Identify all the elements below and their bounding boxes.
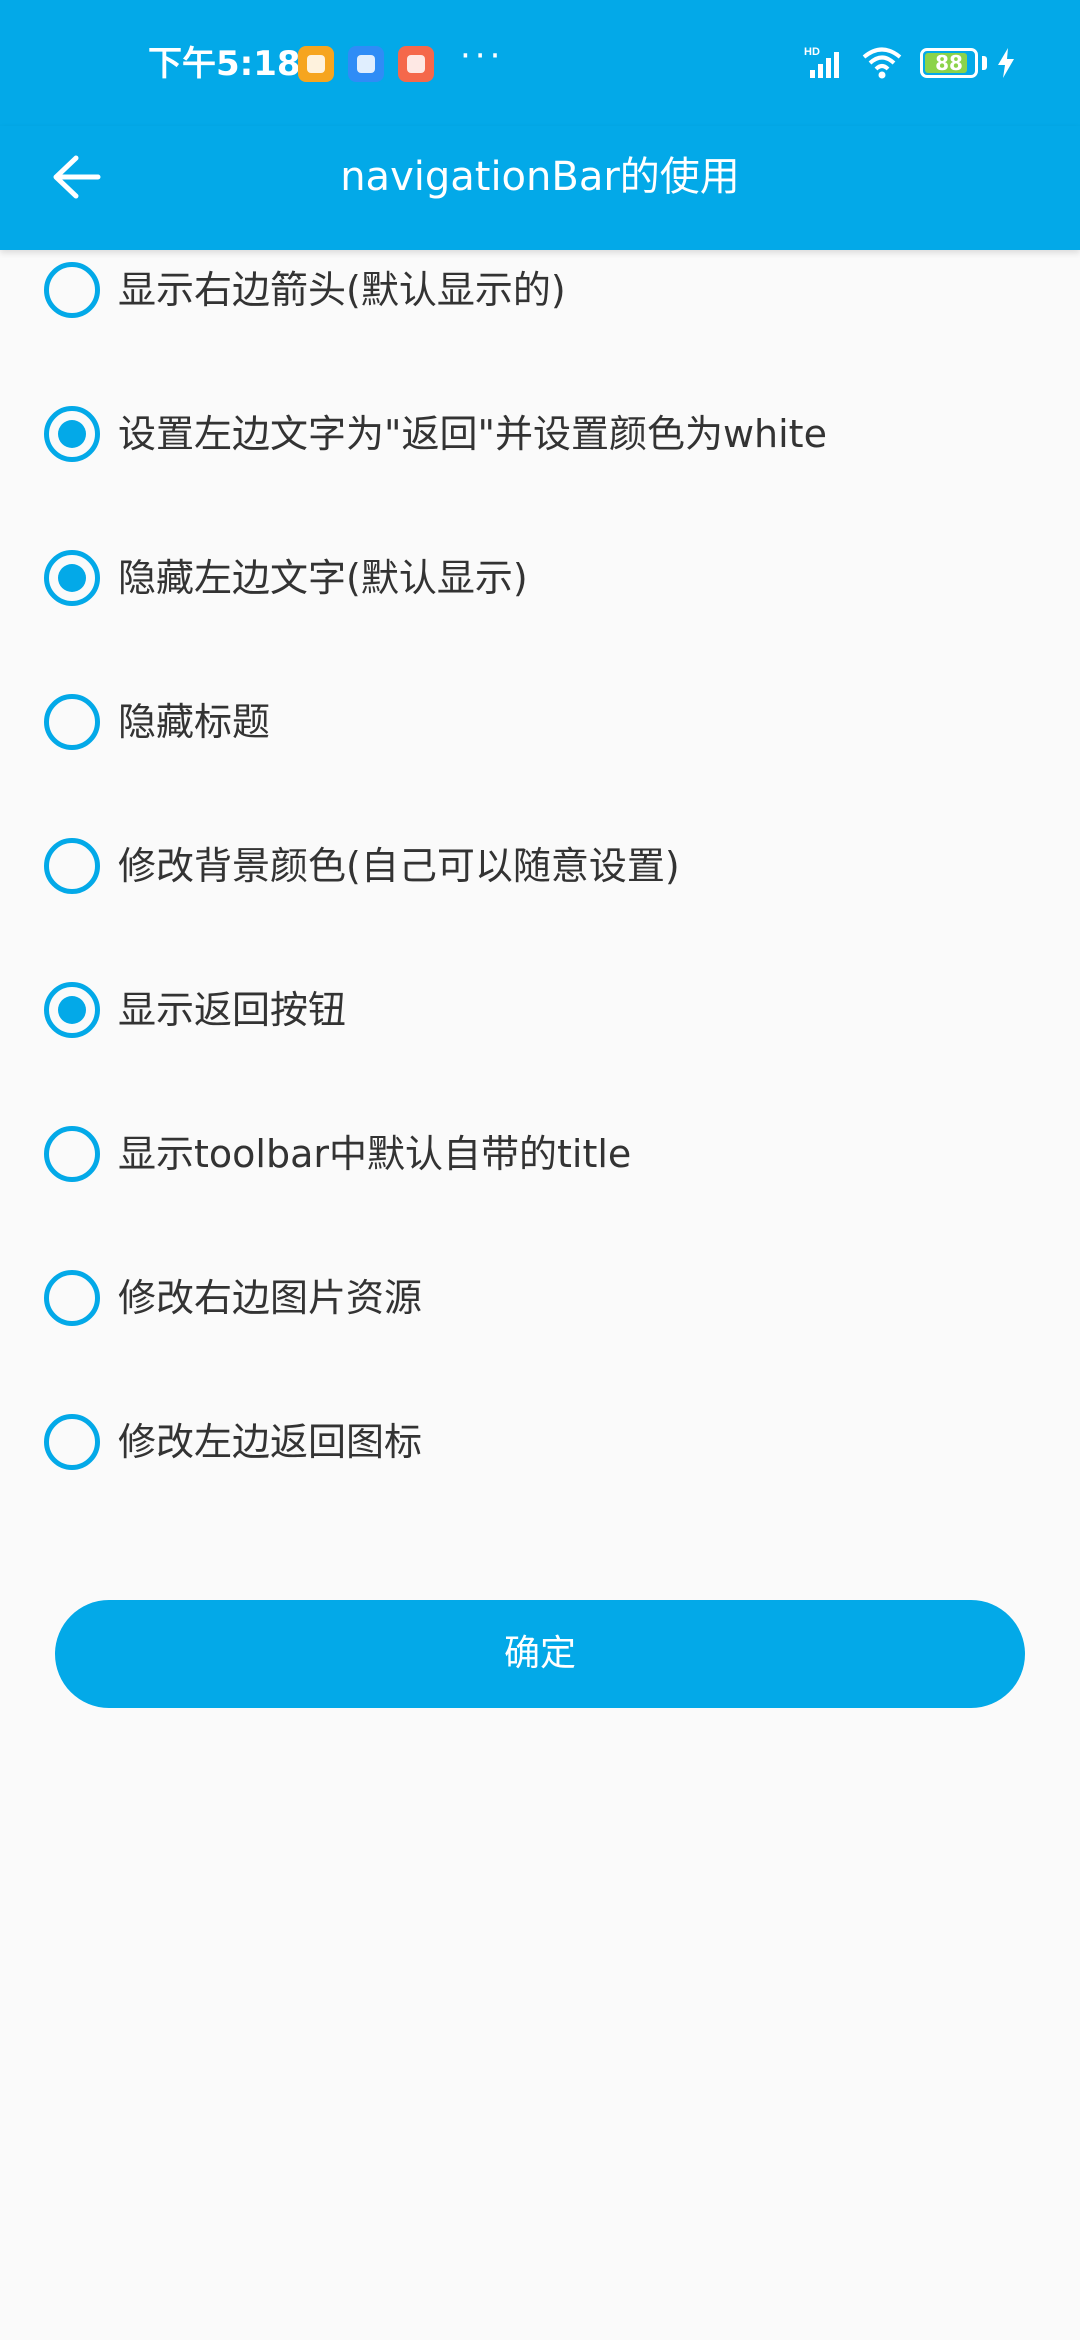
app-notification-icon	[398, 46, 434, 82]
page-title: navigationBar的使用	[340, 154, 740, 200]
option-row[interactable]: 设置左边文字为"返回"并设置颜色为white	[0, 362, 1080, 506]
radio-unchecked-icon[interactable]	[44, 1414, 100, 1470]
network-type-label: HD	[804, 46, 820, 58]
battery-cap	[982, 56, 987, 70]
option-row[interactable]: 修改背景颜色(自己可以随意设置)	[0, 794, 1080, 938]
option-label: 修改右边图片资源	[118, 1276, 423, 1320]
charging-icon	[998, 48, 1014, 78]
radio-unchecked-icon[interactable]	[44, 1126, 100, 1182]
signal-icon: HD	[804, 46, 839, 78]
option-label: 修改左边返回图标	[118, 1420, 423, 1464]
radio-checked-icon[interactable]	[44, 550, 100, 606]
option-row[interactable]: 修改右边图片资源	[0, 1226, 1080, 1370]
confirm-button[interactable]: 确定	[55, 1600, 1025, 1708]
status-time: 下午5:18	[148, 44, 301, 84]
options-list: 显示右边箭头(默认显示的) 设置左边文字为"返回"并设置颜色为white 隐藏左边文…	[0, 250, 1080, 1514]
radio-checked-icon[interactable]	[44, 406, 100, 462]
option-label: 隐藏左边文字(默认显示)	[118, 556, 528, 600]
option-row[interactable]: 显示返回按钮	[0, 938, 1080, 1082]
radio-dot	[58, 420, 86, 448]
option-row[interactable]: 修改左边返回图标	[0, 1370, 1080, 1514]
option-label: 修改背景颜色(自己可以随意设置)	[118, 844, 680, 888]
battery-level: 88	[935, 51, 963, 75]
option-row[interactable]: 显示toolbar中默认自带的title	[0, 1082, 1080, 1226]
radio-checked-icon[interactable]	[44, 982, 100, 1038]
option-row[interactable]: 隐藏标题	[0, 650, 1080, 794]
option-row[interactable]: 显示右边箭头(默认显示的)	[0, 218, 1080, 362]
app-notification-icon	[348, 46, 384, 82]
option-label: 显示toolbar中默认自带的title	[118, 1132, 632, 1176]
radio-dot	[58, 996, 86, 1024]
radio-dot	[58, 564, 86, 592]
radio-unchecked-icon[interactable]	[44, 838, 100, 894]
option-label: 设置左边文字为"返回"并设置颜色为white	[118, 412, 827, 456]
battery-icon: 88	[920, 48, 978, 78]
radio-unchecked-icon[interactable]	[44, 694, 100, 750]
radio-unchecked-icon[interactable]	[44, 262, 100, 318]
app-notification-icon	[298, 46, 334, 82]
option-label: 显示返回按钮	[118, 988, 347, 1032]
option-row[interactable]: 隐藏左边文字(默认显示)	[0, 506, 1080, 650]
more-notifications-icon: ···	[460, 36, 505, 76]
wifi-icon	[862, 47, 902, 79]
radio-unchecked-icon[interactable]	[44, 1270, 100, 1326]
option-label: 隐藏标题	[118, 700, 271, 744]
option-label: 显示右边箭头(默认显示的)	[118, 268, 566, 312]
status-bar: 下午5:18 ··· HD 88	[0, 0, 1080, 126]
